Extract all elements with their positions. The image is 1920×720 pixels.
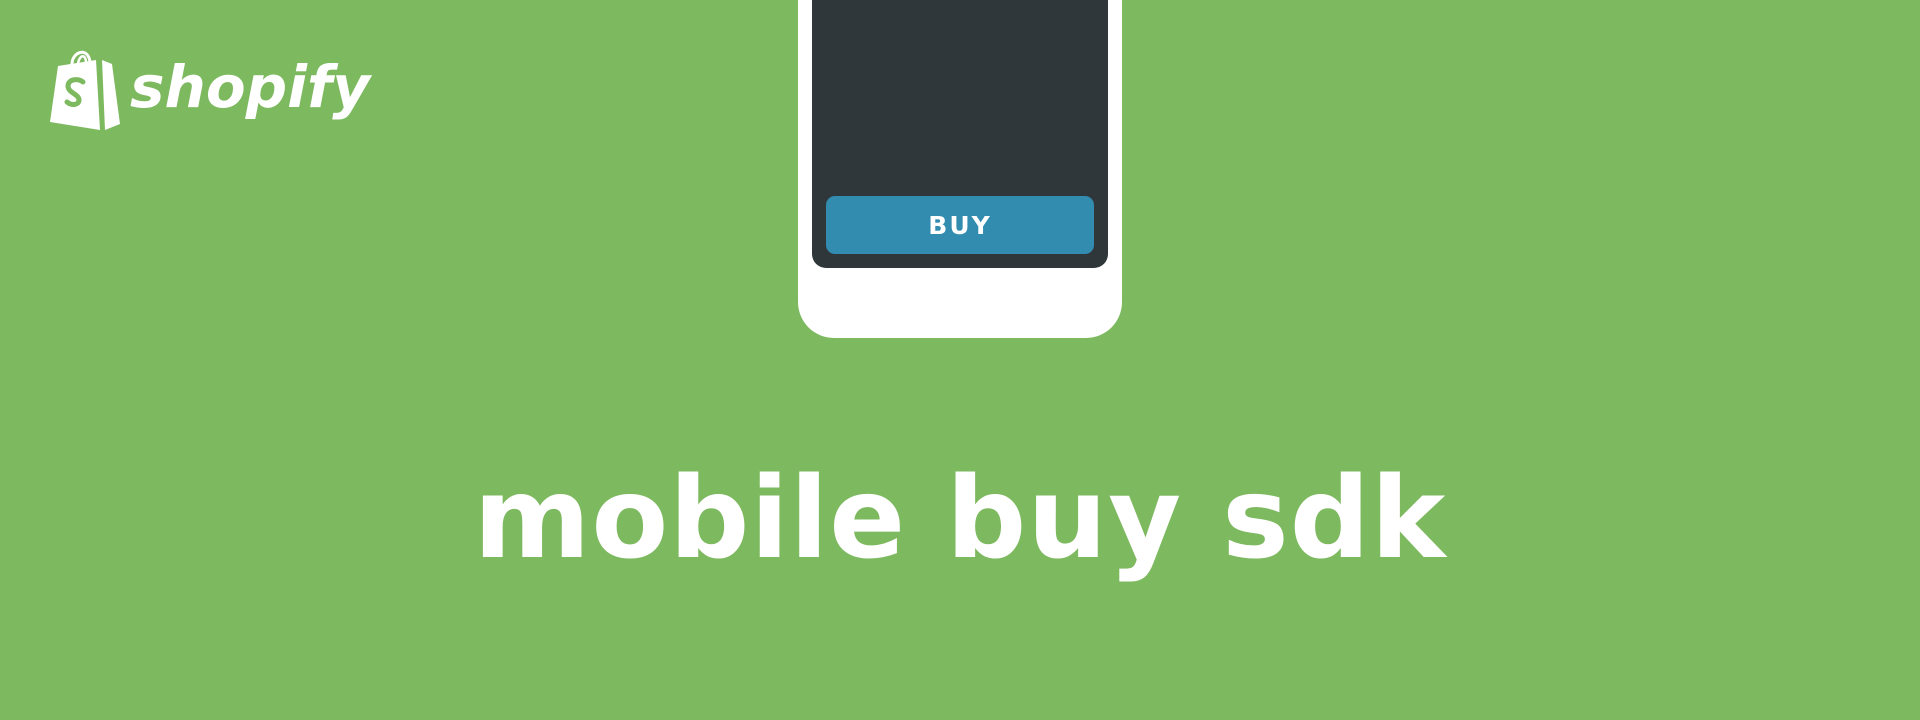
buy-button[interactable]: BUY (826, 196, 1094, 254)
shopping-bag-icon (50, 50, 120, 130)
brand-name: shopify (130, 53, 371, 121)
page-title: mobile buy sdk (473, 454, 1447, 584)
banner: shopify BUY mobile buy sdk (0, 0, 1920, 720)
phone-illustration: BUY (798, 0, 1122, 338)
phone-screen: BUY (812, 0, 1108, 268)
shopify-logo[interactable]: shopify (48, 46, 370, 132)
